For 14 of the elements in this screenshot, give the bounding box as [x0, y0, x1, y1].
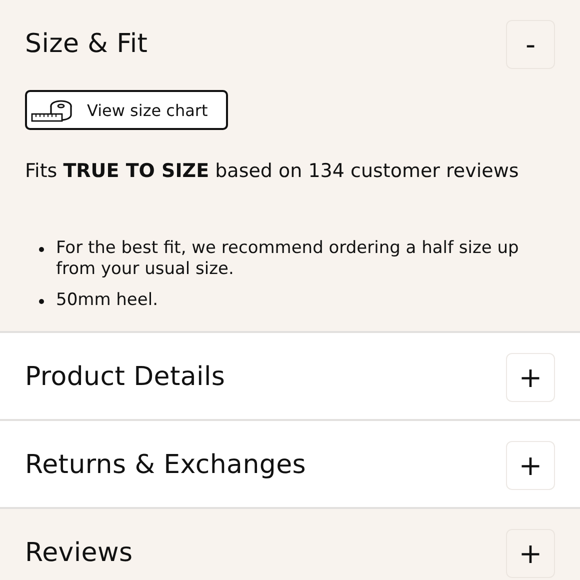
section-title[interactable]: Returns & Exchanges — [25, 450, 306, 480]
fit-note: 50mm heel. — [56, 290, 158, 311]
section-title[interactable]: Reviews — [25, 538, 133, 568]
bullet-icon — [39, 247, 44, 252]
fit-note: For the best fit, we recommend ordering a half size up from your usual size. — [56, 238, 520, 280]
section-title[interactable]: Size & Fit — [25, 29, 148, 59]
fit-summary: Fits TRUE TO SIZE based on 134 customer reviews — [25, 160, 520, 182]
size-chart-button[interactable]: View size chart — [25, 90, 228, 130]
section-title[interactable]: Product Details — [25, 362, 226, 392]
toggle-button[interactable]: - — [506, 20, 555, 68]
toggle-button[interactable]: + — [506, 352, 555, 402]
bullet-icon — [39, 299, 44, 304]
toggle-button[interactable]: + — [506, 440, 555, 490]
toggle-button[interactable]: + — [506, 528, 555, 578]
